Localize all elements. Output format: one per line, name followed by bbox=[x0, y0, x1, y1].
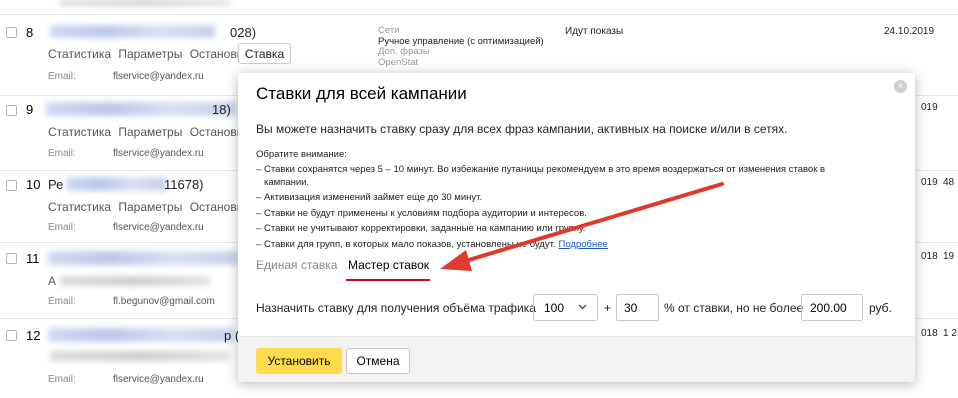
campaign-date: 019 bbox=[921, 102, 938, 113]
params-link[interactable]: Параметры bbox=[118, 200, 182, 214]
campaign-name-suffix[interactable]: 028) bbox=[230, 25, 256, 40]
notice-item: Ставки не будут применены к условиям под… bbox=[256, 208, 866, 221]
notice-title: Обратите внимание: bbox=[256, 149, 347, 160]
campaign-name-redacted bbox=[48, 328, 234, 342]
row-links: Статистика Параметры Остановить bbox=[48, 47, 259, 61]
bid-modal: × Ставки для всей кампании Вы можете наз… bbox=[238, 73, 915, 382]
params-link[interactable]: Параметры bbox=[118, 47, 182, 61]
email-label: Email: bbox=[48, 148, 76, 159]
campaign-name-redacted bbox=[66, 177, 166, 191]
campaign-date: 24.10.2019 bbox=[884, 26, 935, 37]
row-links-redacted bbox=[60, 276, 210, 286]
row-checkbox[interactable] bbox=[6, 253, 17, 264]
notice-item: Ставки сохранятся через 5 – 10 минут. Во… bbox=[256, 164, 866, 189]
row-link-partial[interactable]: А bbox=[48, 274, 56, 288]
modal-intro: Вы можете назначить ставку сразу для все… bbox=[256, 122, 788, 136]
stats-link[interactable]: Статистика bbox=[48, 125, 111, 139]
row-links-redacted bbox=[50, 351, 230, 361]
row-count: 19 bbox=[943, 251, 955, 262]
campaign-date: 018 bbox=[921, 328, 938, 339]
row-number: 8 bbox=[26, 25, 34, 40]
plus-sign: + bbox=[604, 301, 612, 315]
campaign-name-suffix[interactable]: 11678) bbox=[164, 177, 204, 192]
email-label: Email: bbox=[48, 374, 76, 385]
email-value: flservice@yandex.ru bbox=[113, 374, 204, 385]
campaign-name-suffix[interactable]: 18) bbox=[212, 102, 231, 117]
campaign-name-redacted bbox=[46, 102, 236, 116]
close-icon[interactable]: × bbox=[894, 80, 907, 93]
row-number: 10 bbox=[26, 177, 41, 192]
email-label: Email: bbox=[48, 296, 76, 307]
bid-label: Назначить ставку для получения объёма тр… bbox=[256, 301, 536, 315]
stats-link[interactable]: Статистика bbox=[48, 200, 111, 214]
row-count: 1 2 bbox=[943, 328, 957, 339]
row-number: 12 bbox=[26, 328, 41, 343]
row-number: 11 bbox=[26, 251, 40, 266]
params-link[interactable]: Параметры bbox=[118, 125, 182, 139]
campaign-date: 019 bbox=[921, 177, 938, 188]
more-link[interactable]: Подробнее bbox=[559, 239, 608, 250]
cancel-button[interactable]: Отмена bbox=[346, 348, 410, 374]
row-checkbox[interactable] bbox=[6, 27, 17, 38]
tab-single-bid[interactable]: Единая ставка bbox=[256, 258, 337, 272]
campaign-name-redacted bbox=[50, 25, 215, 38]
meta-extra-phrases: Доп. фразы bbox=[378, 46, 430, 57]
currency-label: руб. bbox=[869, 301, 892, 315]
set-button[interactable]: Установить bbox=[256, 348, 342, 374]
email-label: Email: bbox=[48, 71, 76, 82]
top-redacted bbox=[60, 0, 230, 6]
notice-item: Ставки для групп, в которых мало показов… bbox=[256, 239, 866, 252]
stats-link[interactable]: Статистика bbox=[48, 47, 111, 61]
row-number: 9 bbox=[26, 102, 34, 117]
modal-footer: Установить Отмена bbox=[238, 336, 915, 382]
campaign-date: 018 bbox=[921, 251, 938, 262]
stavka-button[interactable]: Ставка bbox=[238, 43, 291, 64]
campaign-name-prefix[interactable]: Ре bbox=[48, 177, 63, 192]
email-value: flservice@yandex.ru bbox=[113, 148, 204, 159]
campaign-meta: Сети Ручное управление (с оптимизацией) … bbox=[378, 25, 544, 68]
email-value: flservice@yandex.ru bbox=[113, 71, 204, 82]
traffic-select[interactable]: 100 bbox=[533, 294, 598, 321]
email-value: flservice@yandex.ru bbox=[113, 222, 204, 233]
max-bid-input[interactable]: 200.00 bbox=[801, 294, 863, 321]
campaign-status: Идут показы bbox=[565, 26, 624, 37]
notice-item: Активизация изменений займет еще до 30 м… bbox=[256, 192, 866, 205]
meta-openstat: OpenStat bbox=[378, 56, 419, 68]
row-checkbox[interactable] bbox=[6, 105, 17, 116]
row-checkbox[interactable] bbox=[6, 180, 17, 191]
modal-title: Ставки для всей кампании bbox=[256, 84, 467, 103]
traffic-select-value: 100 bbox=[544, 301, 565, 315]
percent-input[interactable]: 30 bbox=[616, 294, 659, 321]
row-links: А bbox=[48, 274, 60, 288]
meta-networks: Сети bbox=[378, 25, 400, 36]
chevron-down-icon bbox=[577, 301, 588, 315]
row-links: Статистика Параметры Остановить bbox=[48, 125, 259, 139]
notice-list: Ставки сохранятся через 5 – 10 минут. Во… bbox=[256, 164, 866, 254]
email-value: fl.begunov@gmail.com bbox=[113, 296, 215, 307]
active-tab-indicator bbox=[346, 279, 430, 281]
row-checkbox[interactable] bbox=[6, 330, 17, 341]
email-label: Email: bbox=[48, 222, 76, 233]
percent-label: % от ставки, но не более bbox=[664, 301, 804, 315]
row-links: Статистика Параметры Остановить bbox=[48, 200, 259, 214]
campaign-name-redacted bbox=[48, 251, 238, 265]
tab-bid-master[interactable]: Мастер ставок bbox=[348, 258, 429, 272]
notice-item: Ставки не учитывают корректировки, задан… bbox=[256, 223, 866, 236]
row-count: 48 bbox=[943, 177, 955, 188]
